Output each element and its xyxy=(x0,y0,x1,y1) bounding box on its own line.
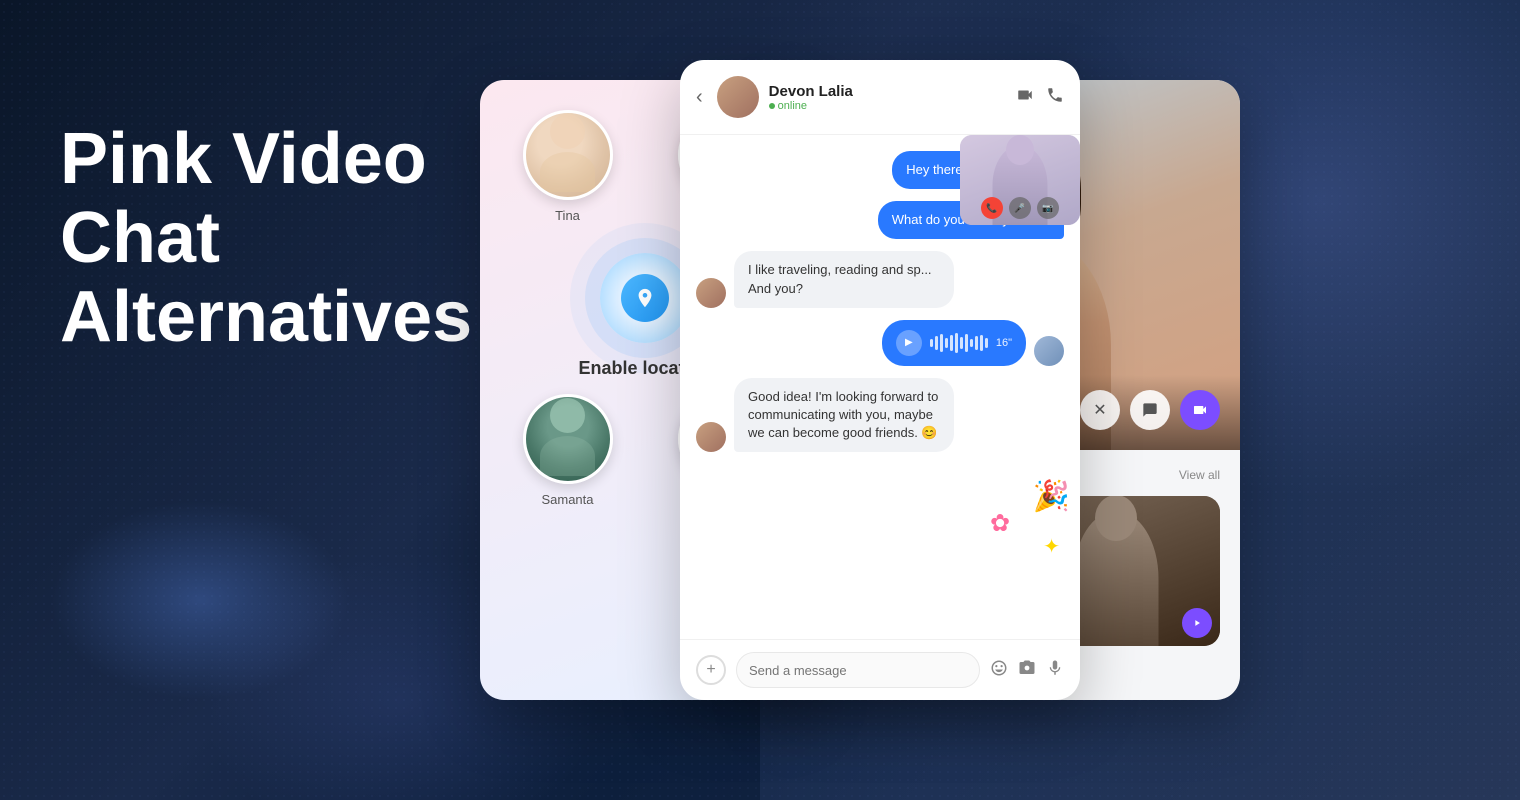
wave-bar-2 xyxy=(935,336,938,350)
camera-button[interactable]: 📷 xyxy=(1037,197,1059,219)
tina-shape xyxy=(526,113,610,197)
hero-text-section: Pink Video Chat Alternatives xyxy=(60,120,440,358)
avatar-samanta[interactable] xyxy=(523,394,613,484)
msg-bubble-recv-2: Good idea! I'm looking forward to commun… xyxy=(734,378,954,453)
avatar-tina-label: Tina xyxy=(555,208,580,223)
message-button[interactable] xyxy=(1130,390,1170,430)
back-button[interactable]: ‹ xyxy=(696,86,703,109)
camera-input-button[interactable] xyxy=(1018,659,1036,682)
mic-button[interactable] xyxy=(1046,659,1064,682)
wave-bar-6 xyxy=(955,333,958,353)
avatar-item-tina: Tina xyxy=(500,110,635,223)
chat-user-avatar xyxy=(717,76,759,118)
chat-status-label: online xyxy=(778,100,807,112)
location-icon xyxy=(621,274,669,322)
decorative-stickers: 🎉 ✿ ✦ xyxy=(990,479,1070,559)
wave-bar-3 xyxy=(940,334,943,352)
video-controls: 📞 🎤 📷 xyxy=(981,197,1059,219)
recv-avatar-1 xyxy=(696,278,726,308)
message-3: I like traveling, reading and sp... And … xyxy=(696,251,1064,307)
voice-play-button[interactable]: ▶ xyxy=(896,330,922,356)
wave-bar-9 xyxy=(970,339,973,347)
recv-avatar-2 xyxy=(696,422,726,452)
msg-bubble-recv-1: I like traveling, reading and sp... And … xyxy=(734,251,954,307)
location-button[interactable] xyxy=(600,253,690,343)
chat-input-area: + xyxy=(680,639,1080,700)
chat-user-status: online xyxy=(769,100,1006,112)
emoji-button[interactable] xyxy=(990,659,1008,682)
video-icon[interactable] xyxy=(1016,86,1034,109)
msg-text-3: I like traveling, reading and sp... And … xyxy=(748,262,932,295)
avatar-samanta-label: Samanta xyxy=(541,492,593,507)
wave-bar-1 xyxy=(930,339,933,347)
video-call-button[interactable] xyxy=(1180,390,1220,430)
chat-input-icons xyxy=(990,659,1064,682)
msg-text-5: Good idea! I'm looking forward to commun… xyxy=(748,389,938,440)
message-4-voice: ▶ 16" xyxy=(696,320,1064,366)
chat-header-actions xyxy=(1016,86,1064,109)
phone-icon[interactable] xyxy=(1046,86,1064,109)
wave-bar-7 xyxy=(960,337,963,349)
wave-bar-5 xyxy=(950,335,953,351)
chat-panel: ‹ Devon Lalia online xyxy=(680,60,1080,700)
wave-bar-8 xyxy=(965,334,968,352)
dislike-button[interactable]: ✕ xyxy=(1080,390,1120,430)
samanta-shape xyxy=(526,397,610,481)
chat-header: ‹ Devon Lalia online xyxy=(680,60,1080,135)
wave-bar-10 xyxy=(975,336,978,350)
sent-avatar-voice xyxy=(1034,336,1064,366)
mute-button[interactable]: 🎤 xyxy=(1009,197,1031,219)
avatar-tina[interactable] xyxy=(523,110,613,200)
add-button[interactable]: + xyxy=(696,655,726,685)
chat-messages: 📞 🎤 📷 Hey there! Nice to mee... What do … xyxy=(680,135,1080,639)
wave-bar-4 xyxy=(945,338,948,348)
end-call-button[interactable]: 📞 xyxy=(981,197,1003,219)
background-glow xyxy=(50,500,350,700)
view-all-link[interactable]: View all xyxy=(1179,468,1220,482)
voice-duration: 16" xyxy=(996,337,1012,349)
avatar-item-samanta: Samanta xyxy=(500,394,635,507)
message-input[interactable] xyxy=(736,652,980,688)
wave-bar-12 xyxy=(985,338,988,348)
voice-message: ▶ 16" xyxy=(882,320,1026,366)
message-5: Good idea! I'm looking forward to commun… xyxy=(696,378,1064,453)
chat-user-info: Devon Lalia online xyxy=(769,83,1006,112)
samanta-play-button[interactable] xyxy=(1182,608,1212,638)
profile-actions: ✕ xyxy=(1080,390,1220,430)
chat-status-dot xyxy=(769,103,775,109)
wave-bar-11 xyxy=(980,335,983,351)
chat-user-name: Devon Lalia xyxy=(769,83,1006,100)
hero-title: Pink Video Chat Alternatives xyxy=(60,120,440,358)
chat-video-preview: 📞 🎤 📷 xyxy=(960,135,1080,225)
voice-waveform xyxy=(930,333,988,353)
